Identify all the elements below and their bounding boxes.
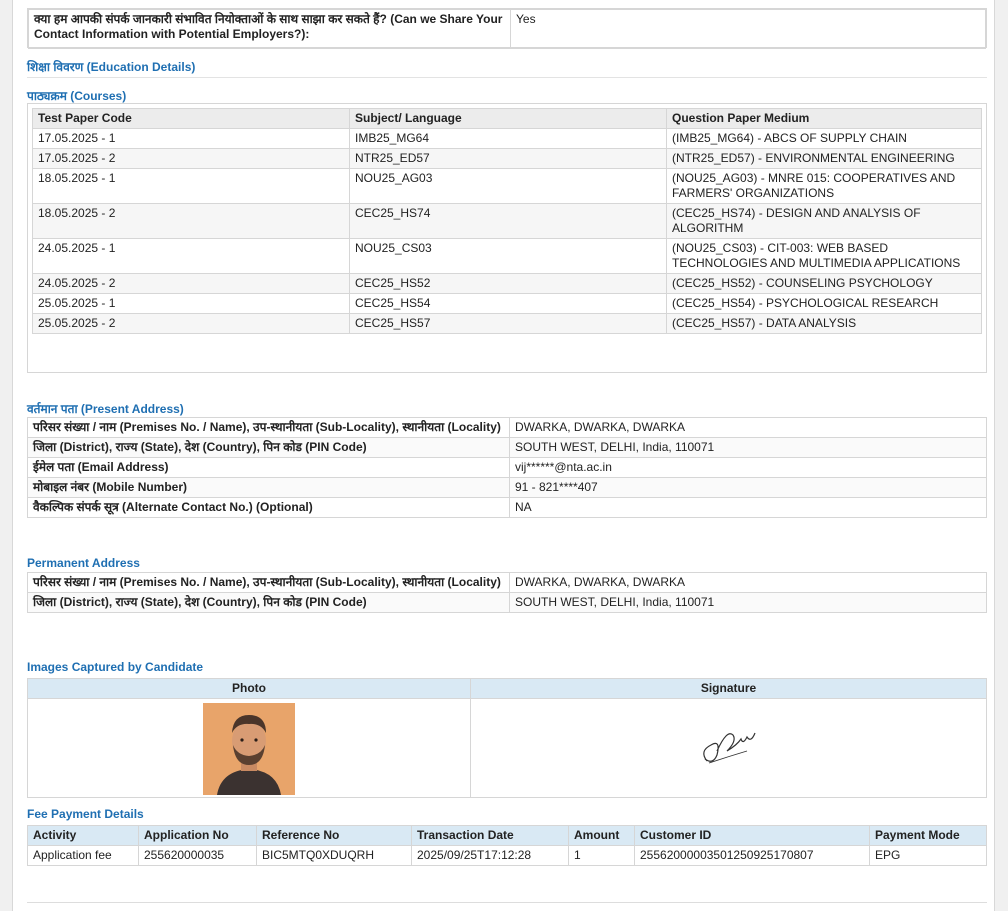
courses-header-cell: Subject/ Language (349, 108, 667, 129)
address-value: 91 - 821****407 (509, 477, 987, 498)
address-label: जिला (District), राज्य (State), देश (Cou… (27, 437, 510, 458)
address-value: DWARKA, DWARKA, DWARKA (509, 572, 987, 593)
course-cell: (CEC25_HS74) - DESIGN AND ANALYSIS OF AL… (666, 203, 982, 239)
fee-header-cell: Payment Mode (869, 825, 987, 846)
share-contact-answer: Yes (510, 9, 986, 49)
course-cell: (NTR25_ED57) - ENVIRONMENTAL ENGINEERING (666, 148, 982, 169)
course-cell: (CEC25_HS54) - PSYCHOLOGICAL RESEARCH (666, 293, 982, 314)
course-cell: CEC25_HS52 (349, 273, 667, 294)
address-label: जिला (District), राज्य (State), देश (Cou… (27, 592, 510, 613)
courses-table: Test Paper Code Subject/ Language Question… (32, 108, 982, 334)
address-label: परिसर संख्या / नाम (Premises No. / Name)… (27, 572, 510, 593)
address-value: DWARKA, DWARKA, DWARKA (509, 417, 987, 438)
address-label: परिसर संख्या / नाम (Premises No. / Name)… (27, 417, 510, 438)
course-row: 17.05.2025 - 1 IMB25_MG64 (IMB25_MG64) - A… (32, 128, 982, 149)
candidate-signature (702, 732, 756, 764)
course-cell: (IMB25_MG64) - ABCS OF SUPPLY CHAIN (666, 128, 982, 149)
education-details-title: शिक्षा विवरण (Education Details) (27, 58, 987, 78)
fee-cell: 255620000035 (138, 845, 257, 866)
courses-frame: Test Paper Code Subject/ Language Question… (27, 103, 987, 373)
signature-cell (470, 698, 987, 798)
address-row: जिला (District), राज्य (State), देश (Cou… (27, 437, 987, 458)
fee-cell: Application fee (27, 845, 139, 866)
fee-table: Activity Application No Reference No Transa… (27, 825, 987, 866)
course-cell: 25.05.2025 - 1 (32, 293, 350, 314)
permanent-address-table: परिसर संख्या / नाम (Premises No. / Name)… (27, 572, 987, 613)
share-contact-table: क्या हम आपकी संपर्क जानकारी संभावित नियो… (27, 8, 987, 49)
fee-header-cell: Amount (568, 825, 635, 846)
courses-header-cell: Test Paper Code (32, 108, 350, 129)
course-cell: 17.05.2025 - 2 (32, 148, 350, 169)
course-row: 24.05.2025 - 1 NOU25_CS03 (NOU25_CS03) - C… (32, 238, 982, 274)
address-label: वैकल्पिक संपर्क सूत्र (Alternate Contact… (27, 497, 510, 518)
course-cell: 17.05.2025 - 1 (32, 128, 350, 149)
fee-header-cell: Transaction Date (411, 825, 569, 846)
fee-cell: BIC5MTQ0XDUQRH (256, 845, 412, 866)
course-cell: 24.05.2025 - 2 (32, 273, 350, 294)
address-row: वैकल्पिक संपर्क सूत्र (Alternate Contact… (27, 497, 987, 518)
course-cell: CEC25_HS74 (349, 203, 667, 239)
course-row: 25.05.2025 - 2 CEC25_HS57 (CEC25_HS57) - D… (32, 313, 982, 334)
address-label: ईमेल पता (Email Address) (27, 457, 510, 478)
course-cell: NTR25_ED57 (349, 148, 667, 169)
course-cell: (CEC25_HS57) - DATA ANALYSIS (666, 313, 982, 334)
address-value: vij******@nta.ac.in (509, 457, 987, 478)
course-cell: NOU25_AG03 (349, 168, 667, 204)
course-cell: NOU25_CS03 (349, 238, 667, 274)
fee-cell: 25562000003501250925170807 (634, 845, 870, 866)
fee-header-cell: Customer ID (634, 825, 870, 846)
fee-cell: 2025/09/25T17:12:28 (411, 845, 569, 866)
address-value: SOUTH WEST, DELHI, India, 110071 (509, 592, 987, 613)
courses-header-cell: Question Paper Medium (666, 108, 982, 129)
course-cell: CEC25_HS57 (349, 313, 667, 334)
address-label: मोबाइल नंबर (Mobile Number) (27, 477, 510, 498)
present-address-table: परिसर संख्या / नाम (Premises No. / Name)… (27, 417, 987, 518)
course-cell: 24.05.2025 - 1 (32, 238, 350, 274)
course-cell: 18.05.2025 - 1 (32, 168, 350, 204)
fee-header-cell: Reference No (256, 825, 412, 846)
fee-header-cell: Activity (27, 825, 139, 846)
address-row: परिसर संख्या / नाम (Premises No. / Name)… (27, 417, 987, 438)
fee-cell: EPG (869, 845, 987, 866)
fee-title: Fee Payment Details (27, 807, 144, 821)
address-row: जिला (District), राज्य (State), देश (Cou… (27, 592, 987, 613)
photo-cell (27, 698, 471, 798)
signature-header: Signature (470, 678, 987, 699)
course-row: 18.05.2025 - 1 NOU25_AG03 (NOU25_AG03) - M… (32, 168, 982, 204)
course-cell: (NOU25_AG03) - MNRE 015: COOPERATIVES AN… (666, 168, 982, 204)
photo-header: Photo (27, 678, 471, 699)
document-page: क्या हम आपकी संपर्क जानकारी संभावित नियो… (12, 0, 995, 911)
images-title: Images Captured by Candidate (27, 660, 204, 674)
share-contact-question: क्या हम आपकी संपर्क जानकारी संभावित नियो… (28, 9, 511, 49)
course-cell: 18.05.2025 - 2 (32, 203, 350, 239)
course-cell: CEC25_HS54 (349, 293, 667, 314)
course-row: 17.05.2025 - 2 NTR25_ED57 (NTR25_ED57) - E… (32, 148, 982, 169)
course-cell: 25.05.2025 - 2 (32, 313, 350, 334)
address-row: ईमेल पता (Email Address) vij******@nta.ac… (27, 457, 987, 478)
course-row: 24.05.2025 - 2 CEC25_HS52 (CEC25_HS52) - C… (32, 273, 982, 294)
address-value: SOUTH WEST, DELHI, India, 110071 (509, 437, 987, 458)
fee-header-cell: Application No (138, 825, 257, 846)
course-cell: (CEC25_HS52) - COUNSELING PSYCHOLOGY (666, 273, 982, 294)
course-cell: (NOU25_CS03) - CIT-003: WEB BASED TECHNO… (666, 238, 982, 274)
fee-cell: 1 (568, 845, 635, 866)
address-row: मोबाइल नंबर (Mobile Number) 91 - 821****4… (27, 477, 987, 498)
course-row: 18.05.2025 - 2 CEC25_HS74 (CEC25_HS74) - D… (32, 203, 982, 239)
permanent-address-title: Permanent Address (27, 556, 140, 570)
fee-row: Application fee 255620000035 BIC5MTQ0XDUQR… (27, 845, 987, 866)
course-row: 25.05.2025 - 1 CEC25_HS54 (CEC25_HS54) - P… (32, 293, 982, 314)
footer-divider (27, 902, 987, 903)
course-cell: IMB25_MG64 (349, 128, 667, 149)
candidate-photo (203, 703, 295, 795)
images-table: Photo Signature (27, 678, 987, 798)
address-row: परिसर संख्या / नाम (Premises No. / Name)… (27, 572, 987, 593)
address-value: NA (509, 497, 987, 518)
